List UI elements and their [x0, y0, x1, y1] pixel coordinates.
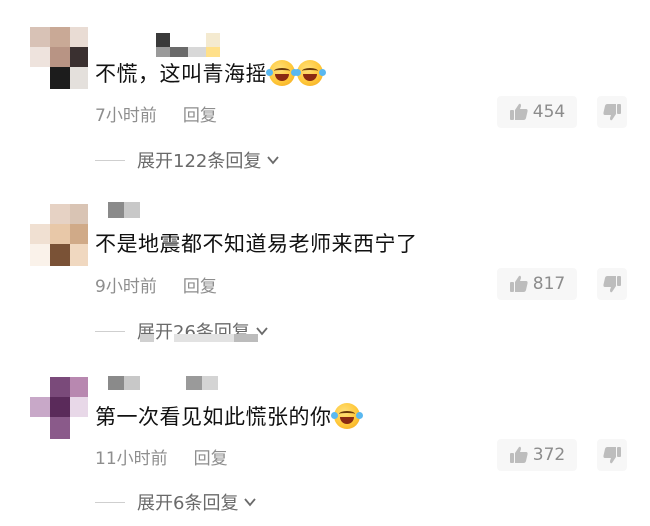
laughing-crying-emoji-icon [266, 60, 298, 86]
comment-text: 不慌，这叫青海摇 [95, 60, 326, 88]
comment-meta: 7小时前 回复 [95, 101, 217, 126]
dislike-button[interactable] [597, 439, 627, 471]
thumbs-up-icon [509, 446, 528, 463]
laughing-crying-emoji-icon [330, 403, 363, 429]
chevron-down-icon [244, 498, 257, 507]
dislike-button[interactable] [597, 96, 627, 128]
comment-text: 不是地震都不知道易老师来西宁了 [95, 230, 418, 258]
reply-button[interactable]: 回复 [194, 449, 228, 469]
thumbs-down-icon [603, 447, 621, 464]
avatar[interactable] [30, 27, 88, 89]
avatar[interactable] [30, 377, 88, 439]
like-count: 454 [532, 102, 566, 122]
thumbs-down-icon [603, 104, 621, 121]
like-button[interactable]: 817 [497, 268, 577, 300]
timestamp: 9小时前 [95, 277, 157, 297]
avatar[interactable] [30, 204, 88, 266]
laughing-crying-emoji-icon [294, 60, 326, 86]
thumbs-up-icon [509, 275, 528, 292]
like-count: 817 [532, 274, 566, 294]
reply-button[interactable]: 回复 [183, 277, 217, 297]
timestamp: 7小时前 [95, 106, 157, 126]
expand-replies-label: 展开122条回复 [137, 151, 262, 172]
like-button[interactable]: 454 [497, 96, 577, 128]
thumbs-down-icon [603, 276, 621, 293]
comment-body: 不慌，这叫青海摇 [95, 62, 267, 86]
timestamp: 11小时前 [95, 449, 168, 469]
comment-body: 不是地震都不知道易老师来西宁了 [95, 232, 418, 256]
comment-body: 第一次看见如此慌张的你 [95, 405, 332, 429]
like-count: 372 [532, 445, 566, 465]
divider [95, 330, 125, 332]
dislike-button[interactable] [597, 268, 627, 300]
chevron-down-icon [267, 156, 280, 165]
comment-meta: 9小时前 回复 [95, 272, 217, 297]
comment-meta: 11小时前 回复 [95, 444, 228, 469]
divider [95, 159, 125, 161]
thumbs-up-icon [509, 103, 528, 120]
divider [95, 501, 125, 503]
expand-replies-button[interactable]: 展开6条回复 [95, 489, 258, 515]
expand-replies-button[interactable]: 展开122条回复 [95, 147, 281, 173]
comment-text: 第一次看见如此慌张的你 [95, 403, 363, 431]
expand-replies-label: 展开6条回复 [137, 493, 239, 514]
reply-button[interactable]: 回复 [183, 106, 217, 126]
like-button[interactable]: 372 [497, 439, 577, 471]
